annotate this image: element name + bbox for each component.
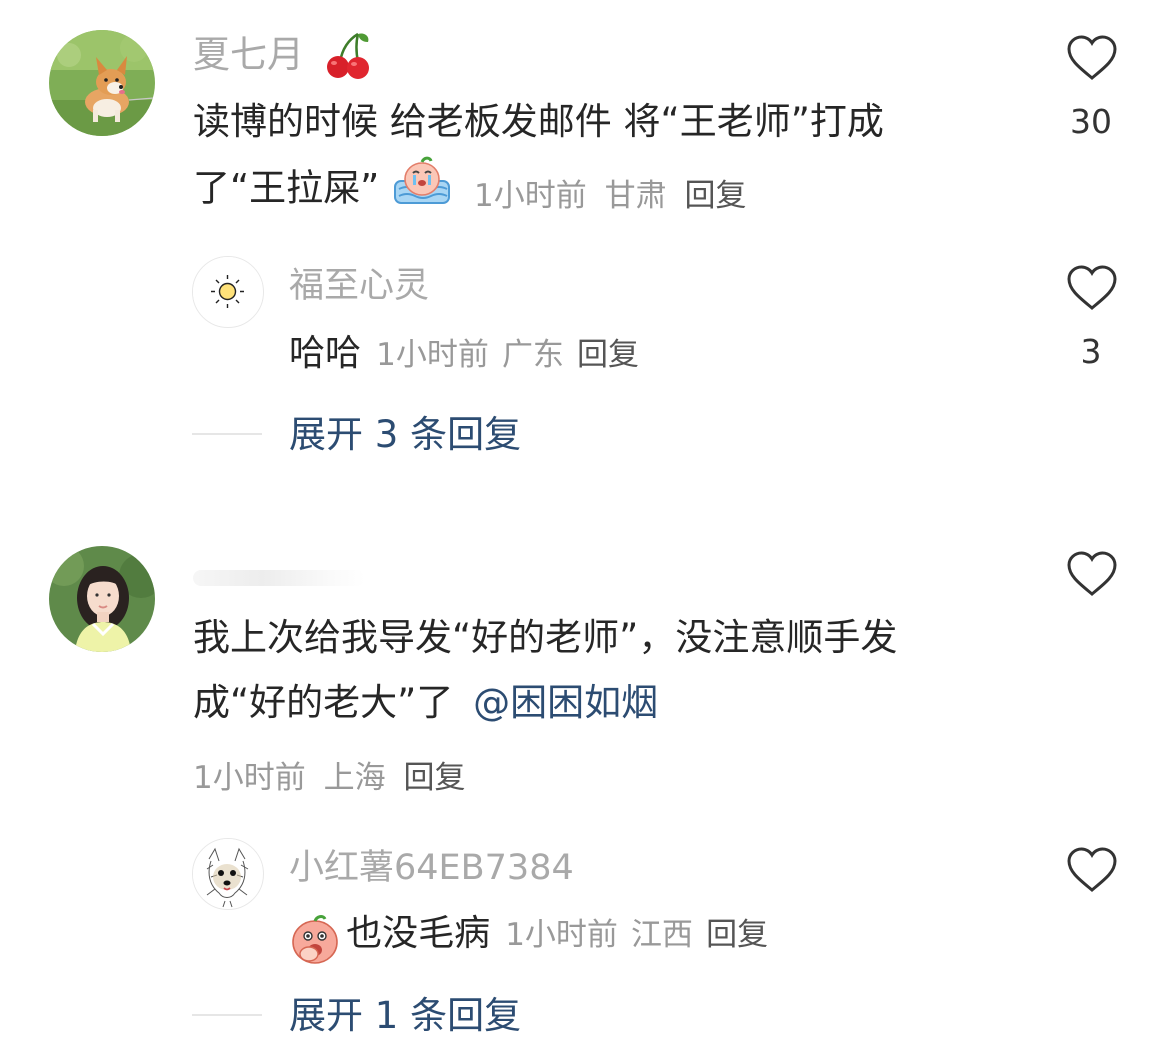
username-text[interactable]: 夏七月	[193, 33, 304, 76]
reply-content: 也没毛病 1小时前 江西 回复	[289, 902, 768, 970]
reply-button[interactable]: 回复	[684, 178, 746, 214]
girl-avatar-image	[49, 546, 155, 652]
reply-username[interactable]: 小红薯64EB7384	[289, 846, 574, 890]
reply-time: 1小时前	[376, 337, 489, 373]
comment-text-line-2: 成“好的老大”了 @困困如烟	[193, 671, 658, 735]
expand-replies-button[interactable]: 展开 1 条回复	[289, 994, 521, 1038]
sun-avatar-image	[193, 257, 262, 326]
expand-replies-button[interactable]: 展开 3 条回复	[289, 413, 521, 457]
hand-over-mouth-emoji-icon	[289, 912, 341, 970]
reply-text: 哈哈	[289, 333, 362, 374]
avatar[interactable]	[49, 546, 155, 652]
comment-text-line-1: 我上次给我导发“好的老师”，没注意顺手发	[193, 616, 898, 659]
reply-text: 也没毛病	[346, 913, 491, 954]
heart-icon	[1067, 265, 1117, 310]
comment-location: 上海	[323, 760, 386, 796]
username[interactable]: 夏七月	[193, 33, 304, 77]
comment-time: 1小时前	[193, 760, 306, 796]
like-button[interactable]	[1066, 34, 1118, 86]
heart-icon	[1067, 551, 1117, 596]
comment-meta: 1小时前 上海 回复	[193, 752, 465, 797]
avatar[interactable]	[192, 838, 264, 910]
reply-button[interactable]: 回复	[403, 760, 465, 796]
avatar[interactable]	[49, 30, 155, 136]
reply-location: 广东	[501, 337, 564, 373]
like-count: 30	[1070, 102, 1112, 141]
comment-meta: 1小时前 甘肃 回复	[474, 170, 746, 215]
like-button[interactable]	[1066, 550, 1118, 602]
username-redacted[interactable]	[193, 570, 365, 586]
avatar[interactable]	[192, 256, 264, 328]
reply-content: 哈哈 1小时前 广东 回复	[289, 322, 639, 386]
like-button[interactable]	[1066, 264, 1118, 316]
mention-link[interactable]: @困困如烟	[473, 681, 658, 724]
cherry-icon	[322, 30, 374, 82]
reply-button[interactable]: 回复	[577, 337, 639, 373]
reply-time: 1小时前	[505, 917, 618, 953]
comment-text: 了“王拉屎”	[193, 166, 380, 210]
comment-text-line-1: 读博的时候 给老板发邮件 将“王老师”打成	[193, 100, 884, 143]
comment-time: 1小时前	[474, 178, 587, 214]
heart-icon	[1067, 35, 1117, 80]
crying-emoji-icon	[393, 155, 451, 225]
comment-location: 甘肃	[604, 178, 667, 214]
dog-avatar-image	[49, 30, 155, 136]
like-count: 3	[1080, 332, 1102, 371]
expand-divider	[192, 433, 262, 435]
reply-username[interactable]: 福至心灵	[289, 264, 429, 308]
heart-icon	[1067, 847, 1117, 892]
sketch-dog-avatar-image	[193, 839, 262, 908]
reply-location: 江西	[631, 917, 694, 953]
comment-text-line-2: 了“王拉屎”	[193, 155, 451, 225]
like-button[interactable]	[1066, 846, 1118, 898]
expand-divider	[192, 1014, 262, 1016]
comment-text: 成“好的老大”了	[193, 681, 454, 724]
reply-button[interactable]: 回复	[706, 917, 768, 953]
